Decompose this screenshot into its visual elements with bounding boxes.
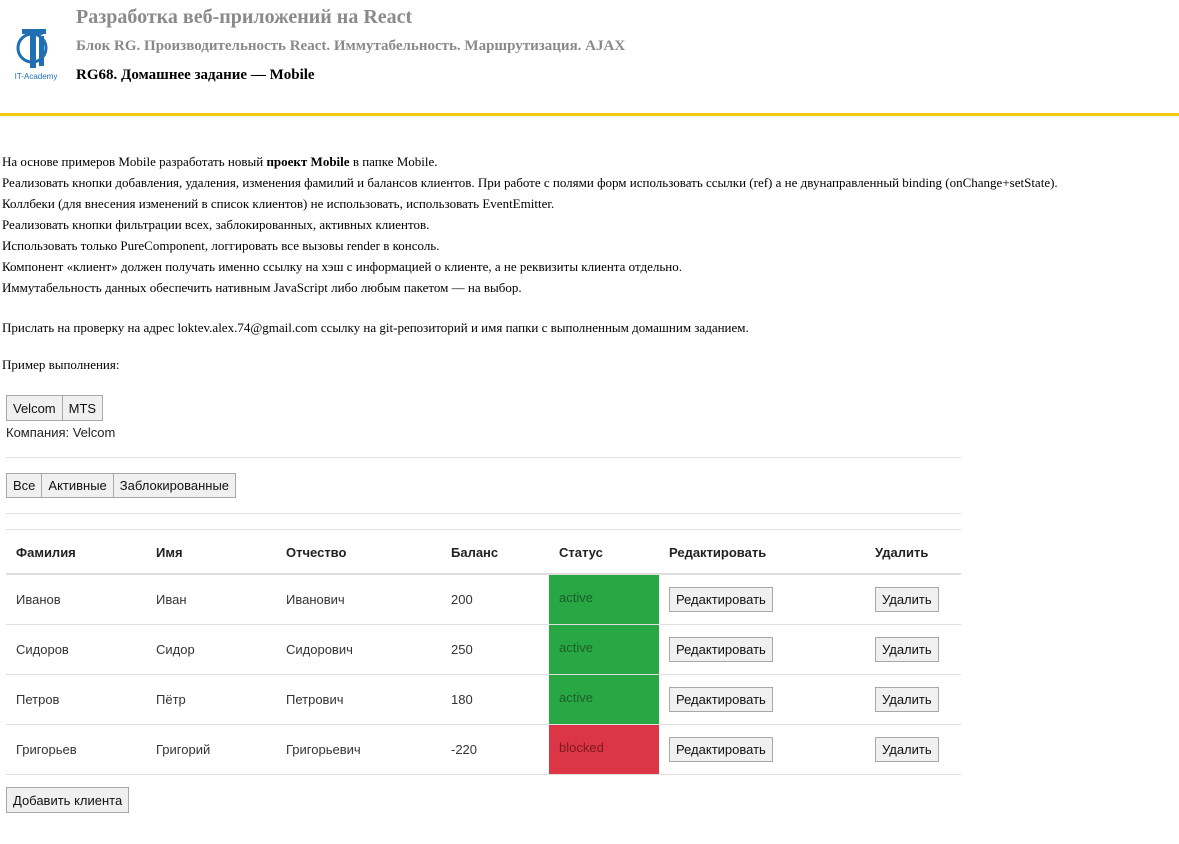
cell-edit: Редактировать <box>659 624 865 675</box>
table-row: Сидоров Сидор Сидорович 250 active Редак… <box>6 624 961 675</box>
filter-all-button[interactable]: Все <box>6 473 43 498</box>
table-row: Петров Пётр Петрович 180 active Редактир… <box>6 674 961 725</box>
cell-last-name: Григорьев <box>6 724 146 775</box>
desc-line-6: Компонент «клиент» должен получать именн… <box>2 259 682 274</box>
cell-first-name: Сидор <box>146 624 276 675</box>
company-velcom-button[interactable]: Velcom <box>6 395 63 421</box>
filter-buttons: Все Активные Заблокированные <box>6 473 237 498</box>
status-badge: blocked <box>549 724 659 775</box>
cell-last-name: Сидоров <box>6 624 146 675</box>
edit-button[interactable]: Редактировать <box>669 687 773 712</box>
divider <box>6 513 961 514</box>
cell-edit: Редактировать <box>659 574 865 625</box>
cell-middle-name: Иванович <box>276 574 441 625</box>
status-badge: active <box>549 574 659 625</box>
cell-first-name: Пётр <box>146 674 276 725</box>
status-badge: active <box>549 624 659 675</box>
cell-delete: Удалить <box>865 574 961 625</box>
cell-balance: -220 <box>441 724 549 775</box>
desc-line-4: Реализовать кнопки фильтрации всех, забл… <box>2 217 430 232</box>
table-header-row: Фамилия Имя Отчество Баланс Статус Редак… <box>6 531 961 575</box>
cell-delete: Удалить <box>865 674 961 725</box>
block-title: Блок RG. Производительность React. Иммут… <box>76 38 626 54</box>
clients-table: Фамилия Имя Отчество Баланс Статус Редак… <box>6 531 961 775</box>
cell-edit: Редактировать <box>659 724 865 775</box>
header-delete: Удалить <box>865 531 961 575</box>
cell-delete: Удалить <box>865 624 961 675</box>
filter-active-button[interactable]: Активные <box>41 473 114 498</box>
cell-middle-name: Григорьевич <box>276 724 441 775</box>
cell-last-name: Иванов <box>6 574 146 625</box>
cell-first-name: Иван <box>146 574 276 625</box>
logo-icon <box>16 29 48 68</box>
status-badge: active <box>549 674 659 725</box>
cell-first-name: Григорий <box>146 724 276 775</box>
desc-line-3: Коллбеки (для внесения изменений в списо… <box>2 196 555 211</box>
header-first-name: Имя <box>146 531 276 575</box>
desc-line-7: Иммутабельность данных обеспечить нативн… <box>2 280 522 295</box>
cell-balance: 180 <box>441 674 549 725</box>
cell-edit: Редактировать <box>659 674 865 725</box>
delete-button[interactable]: Удалить <box>875 737 939 762</box>
cell-balance: 200 <box>441 574 549 625</box>
task-title: RG68. Домашнее задание — Mobile <box>76 67 315 83</box>
current-company-label: Компания: Velcom <box>6 425 116 440</box>
header-last-name: Фамилия <box>6 531 146 575</box>
table-row: Иванов Иван Иванович 200 active Редактир… <box>6 574 961 625</box>
divider <box>6 457 961 458</box>
edit-button[interactable]: Редактировать <box>669 737 773 762</box>
delete-button[interactable]: Удалить <box>875 687 939 712</box>
company-mts-button[interactable]: MTS <box>61 395 104 421</box>
delete-button[interactable]: Удалить <box>875 637 939 662</box>
edit-button[interactable]: Редактировать <box>669 587 773 612</box>
edit-button[interactable]: Редактировать <box>669 637 773 662</box>
course-title: Разработка веб-приложений на React <box>76 6 413 28</box>
cell-middle-name: Петрович <box>276 674 441 725</box>
divider <box>6 529 961 530</box>
delete-button[interactable]: Удалить <box>875 587 939 612</box>
cell-middle-name: Сидорович <box>276 624 441 675</box>
table-row: Григорьев Григорий Григорьевич -220 bloc… <box>6 724 961 775</box>
company-buttons: Velcom MTS <box>6 395 104 421</box>
page-header: IT-Academy Разработка веб-приложений на … <box>0 0 1179 116</box>
logo-text: IT-Academy <box>14 72 58 81</box>
project-name: проект Mobile <box>266 154 350 169</box>
example-heading: Пример выполнения: <box>2 357 120 372</box>
header-balance: Баланс <box>441 531 549 575</box>
task-description: На основе примеров Mobile разработать но… <box>2 151 1058 298</box>
it-academy-logo: IT-Academy <box>10 26 62 86</box>
submission-instructions: Прислать на проверку на адрес loktev.ale… <box>2 320 749 335</box>
desc-line-1: На основе примеров Mobile разработать но… <box>2 154 438 169</box>
add-client-button[interactable]: Добавить клиента <box>6 787 130 813</box>
cell-balance: 250 <box>441 624 549 675</box>
cell-delete: Удалить <box>865 724 961 775</box>
header-middle-name: Отчество <box>276 531 441 575</box>
cell-last-name: Петров <box>6 674 146 725</box>
header-edit: Редактировать <box>659 531 865 575</box>
desc-line-5: Использовать только PureComponent, логги… <box>2 238 440 253</box>
header-status: Статус <box>549 531 659 575</box>
filter-blocked-button[interactable]: Заблокированные <box>112 473 237 498</box>
desc-line-2: Реализовать кнопки добавления, удаления,… <box>2 175 1058 190</box>
